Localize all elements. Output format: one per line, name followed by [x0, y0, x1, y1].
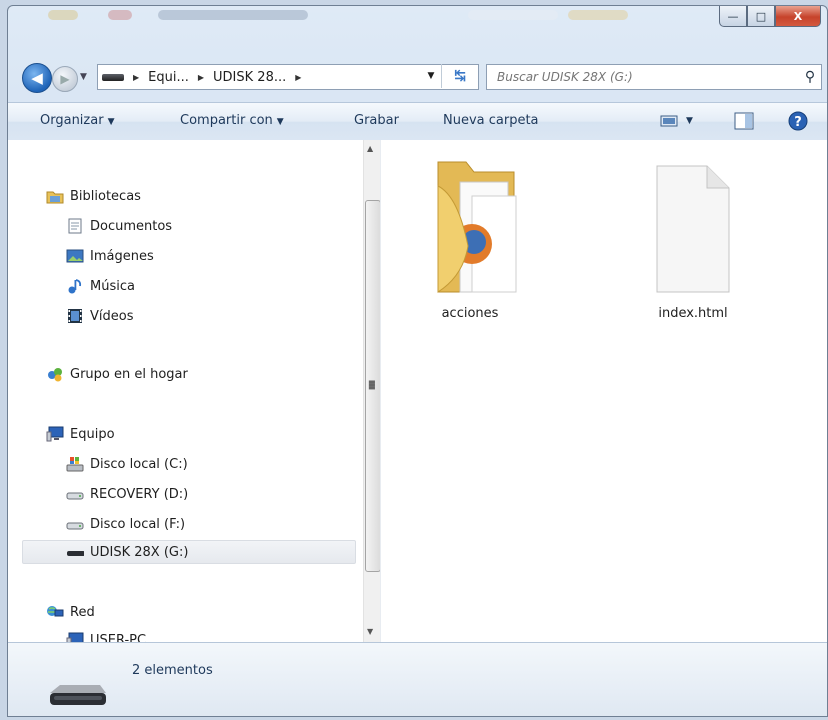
burn-button[interactable]: Grabar — [354, 113, 399, 128]
scroll-up-icon[interactable]: ▲ — [367, 144, 373, 153]
blur-decoration — [468, 10, 558, 20]
item-count: 2 elementos — [132, 663, 213, 678]
address-dropdown[interactable]: ▼ — [422, 64, 440, 88]
scroll-down-icon[interactable]: ▼ — [367, 627, 373, 636]
nav-documents-label: Documentos — [90, 218, 173, 234]
blur-decoration — [568, 10, 628, 20]
nav-music-label: Música — [90, 278, 135, 294]
nav-network[interactable]: Red — [46, 600, 95, 624]
hard-drive-icon — [66, 516, 84, 532]
organize-button[interactable]: Organizar ▼ — [40, 113, 114, 128]
minimize-button[interactable]: — — [719, 6, 747, 27]
nav-scrollbar[interactable]: ▲ ▬ ▬ ▬ ▼ — [363, 140, 381, 642]
nav-drive-d-label: RECOVERY (D:) — [90, 486, 189, 502]
chevron-down-icon: ▼ — [276, 117, 284, 127]
details-pane: 2 elementos — [8, 642, 827, 716]
nav-homegroup[interactable]: Grupo en el hogar — [46, 362, 188, 386]
nav-videos-label: Vídeos — [90, 308, 134, 324]
file-item[interactable]: index.html — [638, 156, 748, 321]
nav-drive-f[interactable]: Disco local (F:) — [66, 512, 185, 536]
blur-decoration — [158, 10, 308, 20]
organize-label: Organizar — [40, 113, 104, 128]
breadcrumb-drive[interactable]: UDISK 28... — [209, 70, 290, 85]
arrow-left-icon: ◀ — [31, 69, 43, 87]
chevron-down-icon: ▼ — [107, 117, 115, 127]
nav-drive-f-label: Disco local (F:) — [90, 516, 186, 532]
title-bar: — □ X — [8, 6, 827, 48]
new-folder-button[interactable]: Nueva carpeta — [443, 113, 539, 128]
nav-music[interactable]: Música — [66, 274, 135, 298]
navigation-pane: Bibliotecas Documentos Imágenes Música V… — [8, 140, 363, 648]
refresh-icon: ↹ — [454, 68, 466, 84]
computer-icon — [46, 426, 64, 442]
recent-pages-dropdown[interactable]: ▼ — [80, 72, 87, 82]
view-icon — [660, 115, 678, 127]
blur-decoration — [48, 10, 78, 20]
nav-images-label: Imágenes — [90, 248, 154, 264]
address-row: ◀ ▶ ▼ ▶ Equi... ▶ UDISK 28... ▶ ▼ ↹ ⚲ — [8, 56, 827, 93]
blank-file-icon — [656, 165, 730, 293]
search-box[interactable]: ⚲ — [486, 64, 822, 90]
main-area: Bibliotecas Documentos Imágenes Música V… — [8, 140, 827, 648]
close-button[interactable]: X — [775, 6, 821, 27]
breadcrumb-arrow-icon[interactable]: ▶ — [198, 73, 204, 82]
film-icon — [66, 308, 84, 324]
view-button[interactable]: ▼ — [660, 112, 693, 130]
window-controls: — □ X — [719, 6, 821, 27]
music-note-icon — [66, 278, 84, 294]
file-list: acciones index.html — [386, 140, 827, 642]
nav-computer-label: Equipo — [70, 426, 115, 442]
forward-button[interactable]: ▶ — [52, 66, 78, 92]
refresh-button[interactable]: ↹ — [441, 64, 478, 88]
folder-icon — [437, 161, 517, 293]
nav-videos[interactable]: Vídeos — [66, 304, 133, 328]
help-icon: ? — [788, 111, 808, 131]
nav-drive-g[interactable]: UDISK 28X (G:) — [22, 540, 356, 564]
grip-icon: ▬ ▬ ▬ — [368, 377, 376, 392]
usb-drive-icon — [66, 544, 84, 560]
nav-libraries-label: Bibliotecas — [70, 188, 141, 204]
nav-drive-c-label: Disco local (C:) — [90, 456, 188, 472]
help-button[interactable]: ? — [788, 111, 808, 131]
nav-libraries[interactable]: Bibliotecas — [46, 184, 141, 208]
search-icon[interactable]: ⚲ — [799, 69, 821, 85]
nav-computer[interactable]: Equipo — [46, 422, 115, 446]
network-icon — [46, 604, 64, 620]
breadcrumb-computer[interactable]: Equi... — [144, 70, 193, 85]
usb-drive-icon — [46, 683, 110, 715]
nav-homegroup-label: Grupo en el hogar — [70, 366, 188, 382]
document-icon — [66, 218, 84, 234]
libraries-icon — [46, 188, 64, 204]
file-name: acciones — [441, 306, 499, 321]
preview-pane-icon — [734, 112, 754, 130]
share-button[interactable]: Compartir con ▼ — [180, 113, 284, 128]
system-drive-icon — [66, 456, 84, 472]
nav-images[interactable]: Imágenes — [66, 244, 154, 268]
nav-drive-g-label: UDISK 28X (G:) — [90, 544, 189, 560]
maximize-button[interactable]: □ — [747, 6, 775, 27]
nav-documents[interactable]: Documentos — [66, 214, 172, 238]
svg-text:?: ? — [794, 115, 802, 130]
usb-drive-icon — [102, 73, 124, 81]
nav-drive-d[interactable]: RECOVERY (D:) — [66, 482, 188, 506]
nav-network-label: Red — [70, 604, 95, 620]
file-item[interactable]: acciones — [415, 156, 525, 321]
homegroup-icon — [46, 366, 64, 382]
preview-pane-button[interactable] — [734, 112, 754, 130]
chevron-down-icon: ▼ — [686, 116, 693, 126]
breadcrumb-arrow-icon[interactable]: ▶ — [133, 73, 139, 82]
share-label: Compartir con — [180, 113, 273, 128]
picture-icon — [66, 248, 84, 264]
hard-drive-icon — [66, 486, 84, 502]
nav-drive-c[interactable]: Disco local (C:) — [66, 452, 188, 476]
search-input[interactable] — [495, 69, 799, 85]
file-name: index.html — [658, 306, 728, 321]
arrow-right-icon: ▶ — [60, 72, 70, 86]
command-bar: Organizar ▼ Compartir con ▼ Grabar Nueva c… — [8, 102, 827, 141]
breadcrumb-arrow-icon[interactable]: ▶ — [295, 73, 301, 82]
back-button[interactable]: ◀ — [22, 63, 52, 93]
blur-decoration — [108, 10, 132, 20]
explorer-window: — □ X ◀ ▶ ▼ ▶ Equi... ▶ UDISK 28... ▶ ▼ … — [7, 5, 828, 717]
